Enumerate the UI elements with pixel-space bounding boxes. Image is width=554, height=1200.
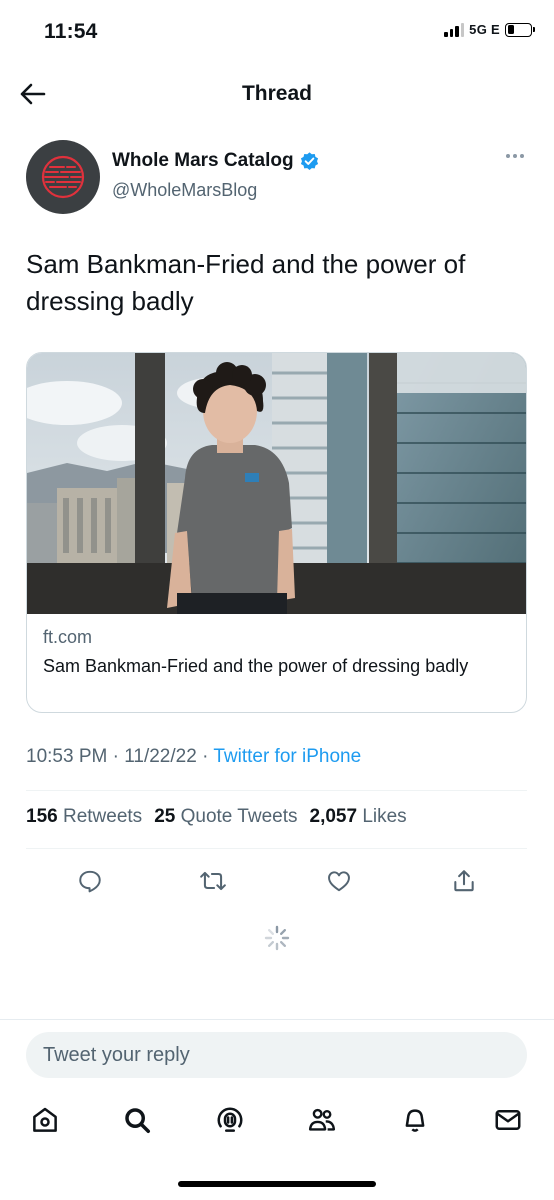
- messages-icon[interactable]: [490, 1102, 526, 1138]
- home-indicator: [178, 1181, 376, 1187]
- battery-icon: [505, 22, 535, 37]
- retweets-stat[interactable]: 156 Retweets: [26, 806, 142, 828]
- author-name[interactable]: Whole Mars Catalog: [112, 150, 294, 172]
- tweet-stats: 156 Retweets 25 Quote Tweets 2,057 Likes: [26, 806, 407, 828]
- likes-count: 2,057: [309, 806, 358, 827]
- tweet-date: 11/22/22: [124, 746, 197, 767]
- retweet-icon[interactable]: [195, 863, 231, 899]
- retweets-count: 156: [26, 806, 58, 827]
- divider: [26, 848, 527, 849]
- search-icon[interactable]: [119, 1102, 155, 1138]
- retweets-label: Retweets: [62, 806, 143, 827]
- author-handle[interactable]: @WholeMarsBlog: [112, 180, 257, 201]
- header: Thread: [0, 62, 554, 124]
- tweet-timestamp: 10:53 PM · 11/22/22 · Twitter for iPhone: [26, 746, 361, 768]
- link-card[interactable]: ft.com Sam Bankman-Fried and the power o…: [26, 352, 527, 713]
- meta-separator: ·: [202, 746, 209, 767]
- status-time: 11:54: [44, 20, 98, 43]
- card-title: Sam Bankman-Fried and the power of dress…: [43, 656, 469, 676]
- card-domain: ft.com: [43, 627, 93, 647]
- mars-logo-icon: [41, 155, 85, 199]
- loading-spinner-icon: [264, 925, 290, 951]
- home-icon[interactable]: [27, 1102, 63, 1138]
- divider: [26, 790, 527, 791]
- notifications-icon[interactable]: [397, 1102, 433, 1138]
- tweet-time: 10:53 PM: [26, 746, 108, 767]
- author-name-row: Whole Mars Catalog: [112, 150, 320, 172]
- reply-icon[interactable]: [72, 863, 108, 899]
- network-type: 5G E: [469, 22, 500, 37]
- status-bar: 11:54 5G E: [0, 0, 554, 62]
- article-photo: [27, 353, 526, 614]
- communities-icon[interactable]: [304, 1102, 340, 1138]
- likes-stat[interactable]: 2,057 Likes: [310, 806, 407, 828]
- quote-tweets-stat[interactable]: 25 Quote Tweets: [154, 806, 297, 828]
- spaces-icon[interactable]: [212, 1102, 248, 1138]
- more-options-icon[interactable]: [506, 154, 524, 158]
- tweet-text: Sam Bankman-Fried and the power of dress…: [26, 249, 466, 316]
- tweet-author: Whole Mars Catalog @WholeMarsBlog: [26, 140, 528, 216]
- signal-icon: [444, 22, 465, 37]
- quotes-label: Quote Tweets: [180, 806, 298, 827]
- avatar[interactable]: [26, 140, 100, 214]
- likes-label: Likes: [362, 806, 407, 827]
- status-indicators: 5G E: [444, 22, 535, 37]
- divider: [0, 1019, 554, 1020]
- like-icon[interactable]: [321, 863, 357, 899]
- share-icon[interactable]: [446, 863, 482, 899]
- tweet-actions: [0, 863, 554, 899]
- page-title: Thread: [241, 82, 312, 105]
- verified-badge-icon: [300, 151, 318, 170]
- bottom-tab-bar: [0, 1096, 554, 1156]
- reply-input[interactable]: [26, 1032, 527, 1078]
- meta-separator: ·: [112, 746, 119, 767]
- tweet-source-link[interactable]: Twitter for iPhone: [213, 746, 361, 767]
- quotes-count: 25: [154, 806, 176, 827]
